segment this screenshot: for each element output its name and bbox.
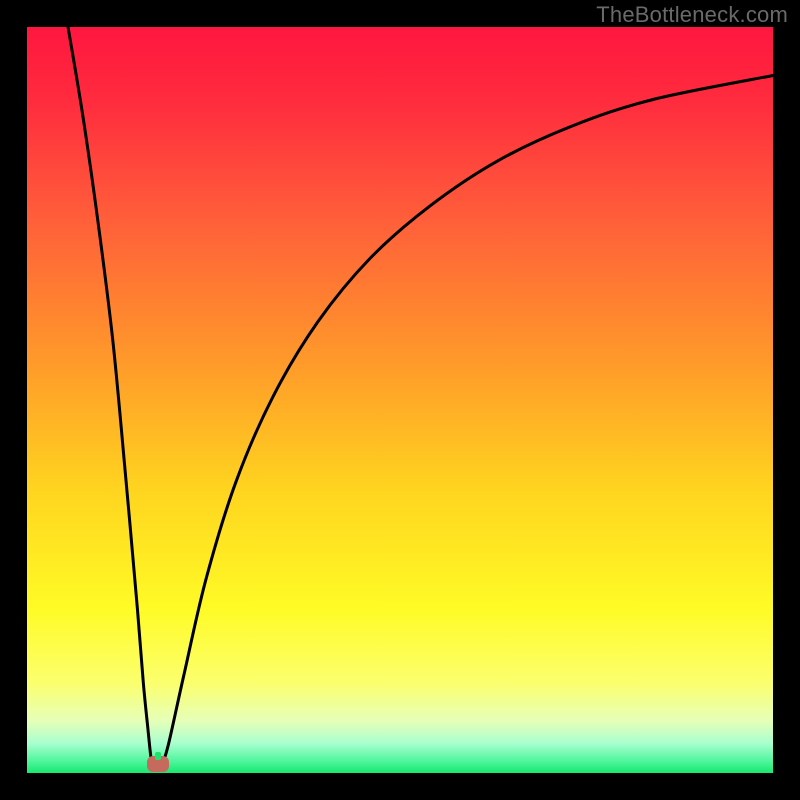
watermark-text: TheBottleneck.com xyxy=(596,2,788,28)
curve-left-branch xyxy=(68,27,153,766)
optimum-marker xyxy=(147,756,169,772)
optimum-marker-notch xyxy=(155,752,161,760)
curve-right-branch xyxy=(162,75,773,765)
bottleneck-curve xyxy=(27,27,773,773)
plot-frame xyxy=(27,27,773,773)
